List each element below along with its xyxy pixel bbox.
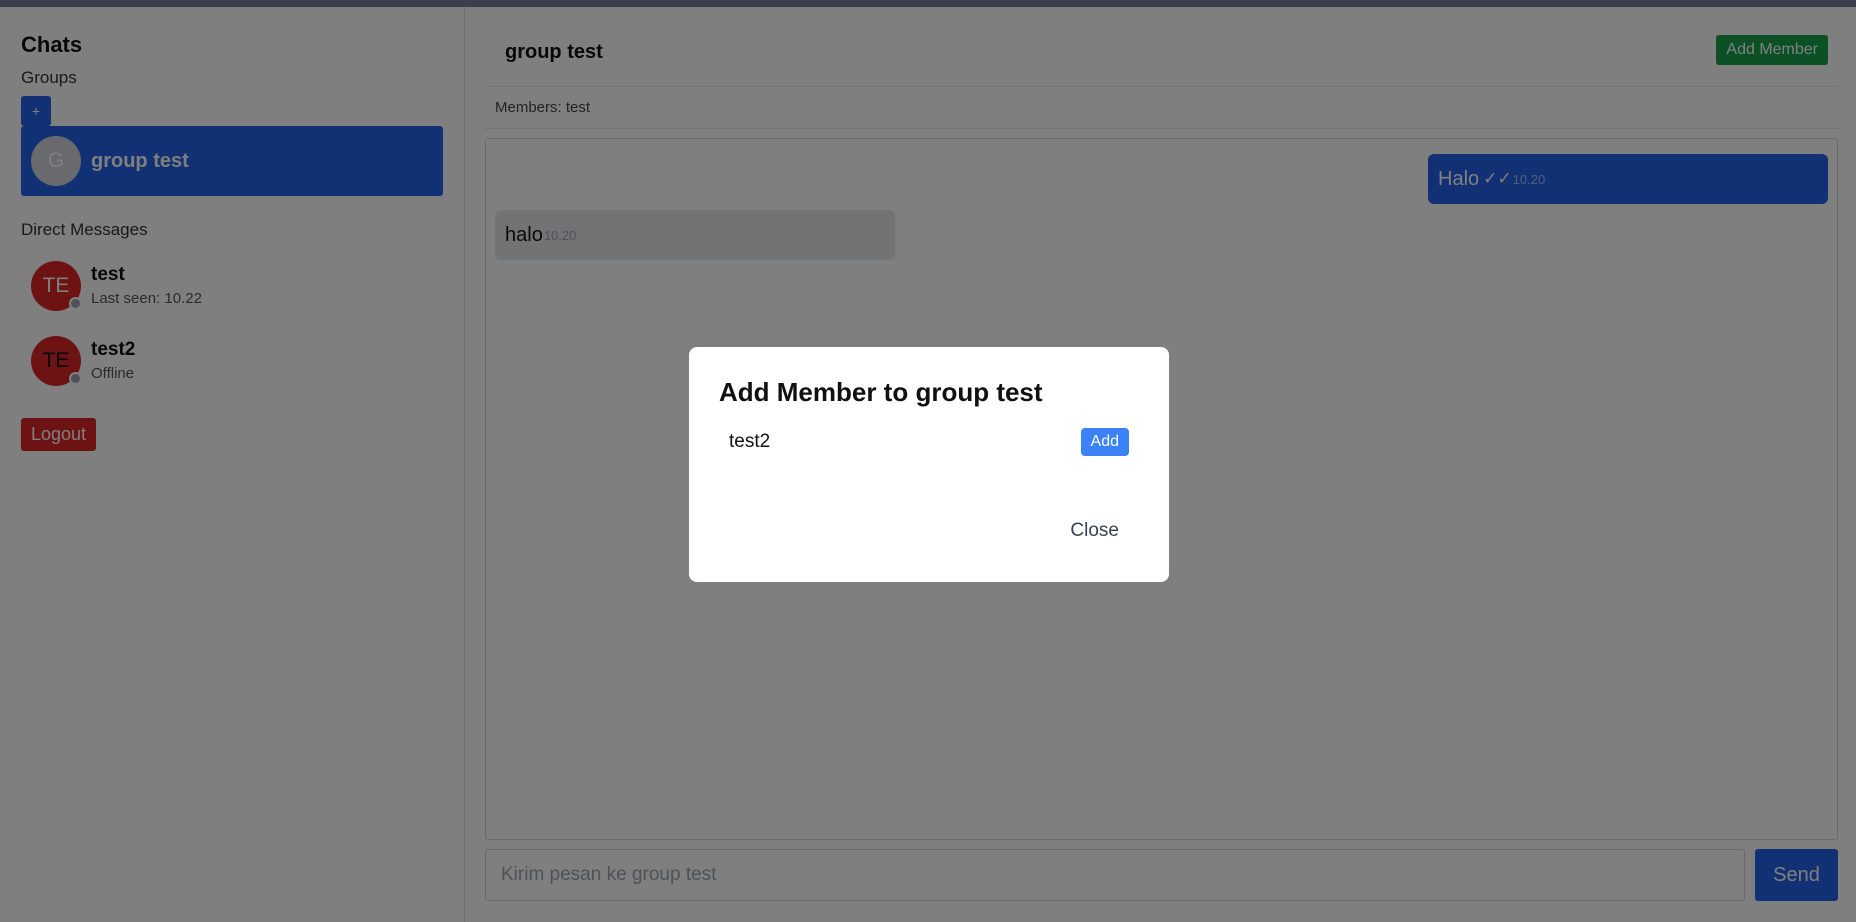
add-member-modal: Add Member to group test test2 Add Close	[689, 347, 1169, 582]
modal-title: Add Member to group test	[719, 377, 1043, 407]
add-candidate-button[interactable]: Add	[1080, 428, 1129, 456]
close-modal-button[interactable]: Close	[1070, 520, 1119, 542]
candidate-row: test2 Add	[719, 428, 1139, 456]
window-top-bar	[0, 0, 1856, 7]
candidate-name: test2	[729, 431, 771, 452]
